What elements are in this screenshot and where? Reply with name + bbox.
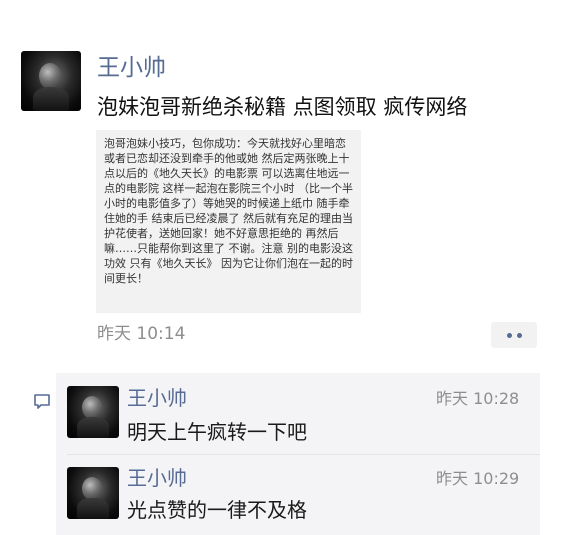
more-dots-icon <box>506 332 512 338</box>
comment-author-name[interactable]: 王小帅 <box>127 385 187 411</box>
comment-avatar[interactable] <box>67 467 119 519</box>
comment-avatar[interactable] <box>67 386 119 438</box>
comment-author-name[interactable]: 王小帅 <box>127 465 187 491</box>
comment-text: 明天上午疯转一下吧 <box>127 420 307 444</box>
more-button[interactable] <box>491 322 537 348</box>
shared-image-card[interactable]: 泡哥泡妹小技巧，包你成功：今天就找好心里暗恋 或者已恋却还没到牵手的他或她 然后… <box>96 130 361 313</box>
comment-bubble-icon <box>33 393 51 411</box>
comment-text: 光点赞的一律不及格 <box>127 498 307 522</box>
post-time: 昨天 10:14 <box>97 324 186 344</box>
post-avatar[interactable] <box>21 51 81 111</box>
more-dots-icon-dot <box>516 332 522 338</box>
comment-divider <box>67 454 540 455</box>
comment-time: 昨天 10:29 <box>436 469 520 488</box>
shared-image-text: 泡哥泡妹小技巧，包你成功：今天就找好心里暗恋 或者已恋却还没到牵手的他或她 然后… <box>104 137 353 285</box>
post-text: 泡妹泡哥新绝杀秘籍 点图领取 疯传网络 <box>97 95 468 119</box>
post-author-name[interactable]: 王小帅 <box>97 53 166 83</box>
comment-time: 昨天 10:28 <box>436 389 520 408</box>
